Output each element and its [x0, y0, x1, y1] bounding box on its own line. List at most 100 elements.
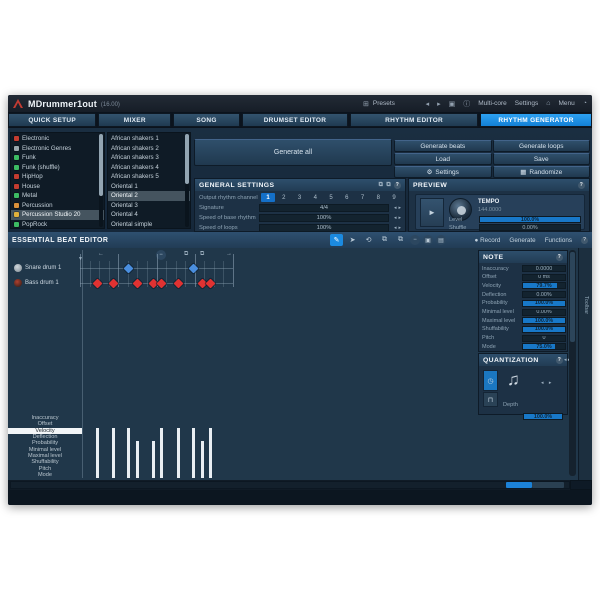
list-item[interactable]: Electronic Genres	[11, 144, 104, 154]
paste-bar-icon[interactable]: ⧉	[200, 251, 204, 258]
velocity-bar[interactable]	[96, 428, 99, 478]
note-row-value[interactable]: 75.0%	[522, 343, 566, 351]
channel-option-5[interactable]: 5	[324, 193, 338, 202]
velocity-bar[interactable]	[112, 428, 115, 478]
list-item[interactable]: African shakers 2	[108, 144, 190, 154]
settings-menu-button[interactable]: Settings	[515, 100, 539, 107]
settings-button[interactable]: ⚙ Settings	[394, 166, 492, 178]
velocity-bar[interactable]	[127, 428, 130, 478]
note-row-value[interactable]: 0.00%	[522, 291, 566, 299]
scrollbar-extension[interactable]	[532, 482, 564, 488]
rotate-tool-icon[interactable]: ⟲	[362, 234, 375, 246]
list-item[interactable]: Funk (shuffle)	[11, 163, 104, 173]
channel-option-3[interactable]: 3	[293, 193, 307, 202]
shift-right-icon[interactable]: →	[226, 251, 232, 257]
presets-grid-icon[interactable]: ⊞	[363, 100, 369, 108]
copy-icon[interactable]: ⧉	[378, 234, 391, 246]
editor-vertical-scrollbar[interactable]	[569, 250, 576, 476]
param-mode[interactable]: Mode	[8, 472, 82, 478]
help-icon[interactable]: ?	[556, 356, 563, 364]
list-item[interactable]: Metal	[11, 191, 104, 201]
generate-loops-button[interactable]: Generate loops	[492, 140, 590, 152]
note-row-value[interactable]: 100.0%	[522, 299, 566, 307]
setting-value[interactable]: 4/4	[259, 203, 389, 212]
channel-option-2[interactable]: 2	[277, 193, 291, 202]
shift-left-icon[interactable]: ←	[98, 251, 104, 257]
folder-icon[interactable]: ▣	[423, 235, 433, 245]
tab-drumset-editor[interactable]: DRUMSET EDITOR	[241, 113, 349, 127]
scrollbar-thumb[interactable]	[506, 482, 532, 488]
play-button[interactable]: ►	[420, 198, 444, 227]
list-item[interactable]: Electronic	[11, 134, 104, 144]
list-item[interactable]: Percussion	[11, 201, 104, 211]
tab-mixer[interactable]: MIXER	[98, 113, 172, 127]
track-row-bass[interactable]: Bass drum 1	[14, 279, 59, 287]
randomize-button[interactable]: ▦ Randomize	[492, 166, 590, 178]
velocity-bar[interactable]	[177, 428, 180, 478]
channel-option-4[interactable]: 4	[308, 193, 322, 202]
generate-button[interactable]: Generate	[509, 237, 535, 244]
note-row-value[interactable]: 0.00%	[522, 308, 566, 316]
paste-icon[interactable]: ⧉	[386, 182, 391, 189]
prev-preset-icon[interactable]: ◂	[426, 100, 430, 108]
home-icon[interactable]: ⌂	[546, 100, 550, 107]
list-item[interactable]: African shakers 1	[108, 134, 190, 144]
channel-option-1[interactable]: 1	[261, 193, 275, 202]
list-item[interactable]: Oriental 2	[108, 191, 190, 201]
list-item[interactable]: African shakers 4	[108, 163, 190, 173]
velocity-bar[interactable]	[160, 428, 163, 478]
tempo-value[interactable]: 144.0000	[478, 207, 501, 213]
velocity-bar[interactable]	[209, 428, 212, 478]
channel-option-6[interactable]: 6	[340, 193, 354, 202]
meter-icon[interactable]: ◔	[583, 100, 587, 107]
list-item[interactable]: Funk	[11, 153, 104, 163]
tab-song[interactable]: SONG	[173, 113, 240, 127]
functions-button[interactable]: Functions	[545, 237, 572, 244]
velocity-bar[interactable]	[152, 440, 155, 478]
cursor-tool-icon[interactable]: ➤	[346, 234, 359, 246]
channel-option-8[interactable]: 8	[371, 193, 385, 202]
copy-icon[interactable]: ⧉	[379, 182, 384, 189]
list-item[interactable]: Percussion Studio 20	[11, 210, 104, 220]
note-row-value[interactable]: 100.0%	[522, 325, 566, 333]
list-item[interactable]: House	[11, 182, 104, 192]
tab-quick-setup[interactable]: QUICK SETUP	[8, 113, 97, 127]
note-row-value[interactable]: 79.7%	[522, 282, 566, 290]
note-row-value[interactable]: 0.0000	[522, 265, 566, 272]
rhythm-scrollbar[interactable]	[185, 134, 189, 227]
list-item[interactable]: African shakers 5	[108, 172, 190, 182]
load-button[interactable]: Load	[394, 153, 492, 165]
list-item[interactable]: African shakers 3	[108, 153, 190, 163]
note-value-arrows[interactable]: ◂ ▸	[541, 380, 553, 386]
melda-logo-icon[interactable]	[13, 99, 23, 108]
note-row-value[interactable]: 0	[522, 334, 566, 342]
tab-rhythm-editor[interactable]: RHYTHM EDITOR	[350, 113, 479, 127]
record-button[interactable]: ● Record	[475, 237, 501, 244]
save-icon[interactable]: ▤	[436, 235, 446, 245]
menu-button[interactable]: Menu	[559, 100, 575, 107]
stepper-arrows-icon[interactable]: ◂▸	[389, 215, 403, 221]
generate-all-button[interactable]: Generate all	[194, 139, 392, 166]
remove-icon[interactable]: −	[156, 250, 166, 260]
list-item[interactable]: Oriental 3	[108, 201, 190, 211]
help-icon[interactable]: ?	[581, 236, 588, 244]
depth-value[interactable]: 100.0%	[523, 413, 563, 420]
save-button[interactable]: Save	[492, 153, 590, 165]
velocity-bar[interactable]	[192, 428, 195, 478]
channel-option-7[interactable]: 7	[356, 193, 370, 202]
list-item[interactable]: Oriental simple	[108, 220, 190, 229]
list-item[interactable]: HipHop	[11, 172, 104, 182]
scroll-corner[interactable]	[570, 480, 592, 490]
note-row-value[interactable]: 100.0%	[522, 317, 566, 325]
tab-rhythm-generator[interactable]: RHYTHM GENERATOR	[480, 113, 592, 127]
setting-value[interactable]: 100%	[259, 223, 389, 232]
paste-icon[interactable]: ⧉	[394, 234, 407, 246]
list-item[interactable]: PopRock	[11, 220, 104, 229]
stepper-arrows-icon[interactable]: ◂▸	[389, 225, 403, 231]
note-value-icon[interactable]: ♫	[507, 370, 520, 390]
track-row-snare[interactable]: Snare drum 1	[14, 264, 61, 272]
quantize-enable-button[interactable]: ◷	[483, 370, 498, 391]
help-icon[interactable]: ?	[394, 181, 401, 189]
genre-scrollbar[interactable]	[99, 134, 103, 227]
pencil-tool-icon[interactable]: ✎	[330, 234, 343, 246]
